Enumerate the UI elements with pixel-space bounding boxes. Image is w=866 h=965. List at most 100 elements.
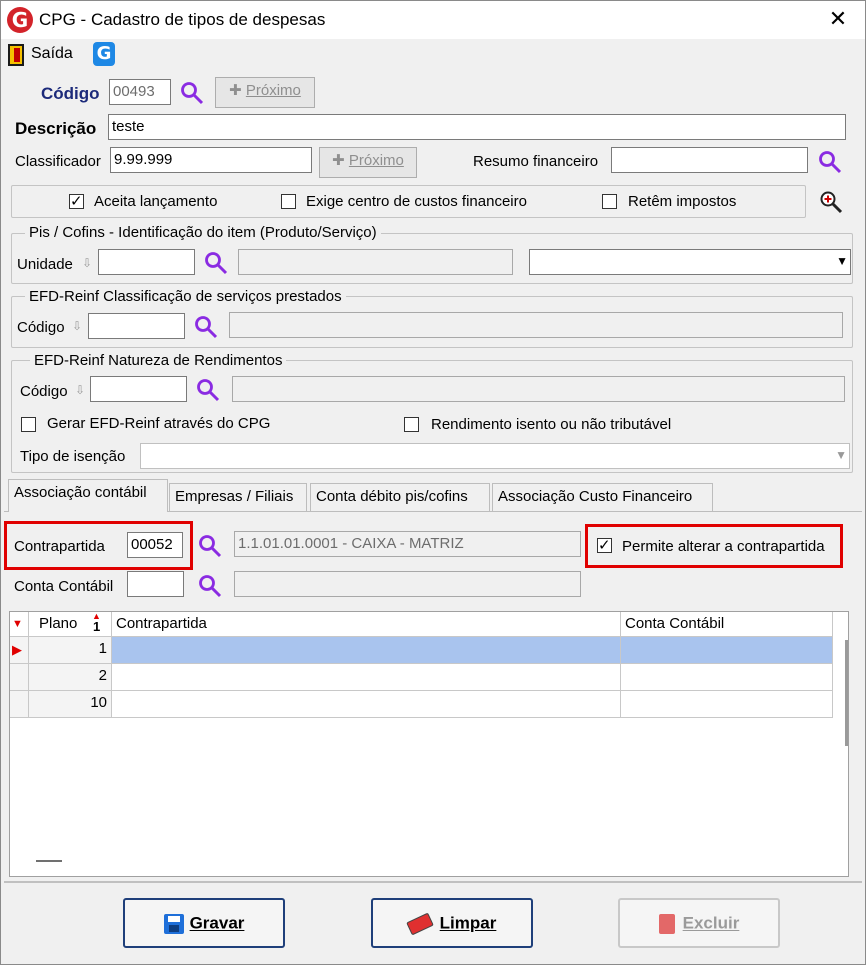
rendimento-isento-checkbox[interactable] [404,417,419,432]
g-app-icon[interactable]: G [93,42,115,66]
efd-natureza-title: EFD-Reinf Natureza de Rendimentos [30,352,287,369]
efd-servicos-title: EFD-Reinf Classificação de serviços pres… [25,288,346,305]
column-header-conta-contabil[interactable]: Conta Contábil [621,612,833,637]
permite-alterar-checkbox[interactable] [597,536,612,554]
eraser-icon [405,912,434,935]
column-header-contrapartida[interactable]: Contrapartida [112,612,621,637]
table-cell-contrapartida[interactable] [112,691,621,718]
exit-button[interactable]: Saída [8,43,78,67]
zoom-in-icon[interactable] [819,190,843,214]
tab-label: Conta débito pis/cofins [316,488,468,505]
column-header-label: Plano [39,615,78,632]
aceita-label: Aceita lançamento [94,193,218,210]
table-cell-plano[interactable]: 10 [29,691,112,718]
tab-label: Empresas / Filiais [175,488,294,505]
classificador-input[interactable]: 9.99.999 [110,147,312,173]
gerar-efd-label: Gerar EFD-Reinf através do CPG [47,415,271,432]
limpar-button[interactable]: Limpar [371,898,533,948]
conta-contabil-input[interactable] [127,571,184,597]
table-cell-contrapartida[interactable] [112,664,621,691]
retem-label: Retêm impostos [628,193,737,210]
gerar-efd-checkbox[interactable] [21,417,36,432]
chevron-down-icon: ▼ [835,448,847,462]
descricao-label: Descrição [15,119,97,138]
triangle-down-icon: ▼ [12,618,23,630]
unidade-desc-field [238,249,513,275]
arrow-down-icon: ⇩ [72,319,83,333]
gravar-button[interactable]: Gravar [123,898,285,948]
contrapartida-desc-field: 1.1.01.01.0001 - CAIXA - MATRIZ [234,531,581,557]
current-row-arrow-icon: ▶ [12,642,22,657]
search-icon[interactable] [180,81,204,105]
excluir-label: Excluir [682,913,740,933]
unidade-select[interactable]: ▼ [529,249,851,275]
efd-natureza-codigo-label: Código [20,383,68,400]
title-bar: G CPG - Cadastro de tipos de despesas ✕ [1,1,865,39]
next-label: Próximo [245,82,301,99]
next-label: Próximo [348,152,404,169]
grid-indicator-header: ▼ [10,612,29,637]
tab-custo-financeiro[interactable]: Associação Custo Financeiro [492,483,713,511]
floppy-disk-icon [163,913,184,934]
row-indicator: ▶ [10,637,29,664]
permite-alterar-label: Permite alterar a contrapartida [622,538,825,555]
grid-horizontal-scrollbar[interactable] [36,860,62,862]
tab-conta-debito[interactable]: Conta débito pis/cofins [310,483,490,511]
search-icon[interactable] [198,574,222,598]
tab-empresas-filiais[interactable]: Empresas / Filiais [169,483,307,511]
column-header-plano[interactable]: Plano ▲ 1 [29,611,112,637]
unidade-label: Unidade [17,256,73,273]
plans-grid[interactable]: ▼ Plano ▲ 1 Contrapartida Conta Contábil … [9,611,849,877]
table-cell-conta[interactable] [621,664,833,691]
table-cell-plano[interactable]: 2 [29,664,112,691]
contrapartida-label: Contrapartida [14,538,105,555]
efd-natureza-desc-field [232,376,845,402]
excluir-button[interactable]: Excluir [618,898,780,948]
grid-vertical-scrollbar[interactable] [845,640,848,746]
arrow-down-icon: ⇩ [75,383,86,397]
conta-contabil-label: Conta Contábil [14,578,114,595]
efd-natureza-codigo-input[interactable] [90,376,187,402]
codigo-next-button[interactable]: ✚ Próximo [215,77,315,108]
classificador-next-button[interactable]: ✚ Próximo [319,147,417,178]
plus-icon: ✚ [229,82,242,99]
window-title: CPG - Cadastro de tipos de despesas [39,10,326,29]
plus-icon: ✚ [332,152,345,169]
table-cell-conta[interactable] [621,637,833,664]
app-logo-icon: G [7,7,33,33]
efd-servicos-codigo-label: Código [17,319,65,336]
conta-contabil-desc-field [234,571,581,597]
exige-label: Exige centro de custos financeiro [306,193,527,210]
search-icon[interactable] [204,251,228,275]
classificador-label: Classificador [15,153,101,170]
pis-cofins-title: Pis / Cofins - Identificação do item (Pr… [25,224,381,241]
search-icon[interactable] [818,150,842,174]
tipo-isencao-label: Tipo de isenção [20,448,126,465]
efd-servicos-codigo-input[interactable] [88,313,185,339]
aceita-checkbox[interactable] [69,192,84,210]
tab-label: Associação Custo Financeiro [498,488,693,505]
codigo-label: Código [41,84,100,103]
row-indicator [10,664,29,691]
tab-associacao-contabil[interactable]: Associação contábil [8,479,168,512]
descricao-input[interactable]: teste [108,114,846,140]
unidade-input[interactable] [98,249,195,275]
resumo-input[interactable] [611,147,808,173]
exit-door-icon [8,44,24,66]
contrapartida-input[interactable]: 00052 [127,532,183,558]
table-cell-plano[interactable]: 1 [29,637,112,664]
close-button[interactable]: ✕ [825,5,851,33]
exige-checkbox[interactable] [281,194,296,209]
retem-checkbox[interactable] [602,194,617,209]
search-icon[interactable] [194,315,218,339]
table-cell-conta[interactable] [621,691,833,718]
codigo-input[interactable]: 00493 [109,79,171,105]
row-indicator [10,691,29,718]
search-icon[interactable] [198,534,222,558]
main-window: G CPG - Cadastro de tipos de despesas ✕ … [0,0,866,965]
tipo-isencao-select[interactable]: ▼ [140,443,850,469]
tab-label: Associação contábil [14,484,147,501]
table-cell-contrapartida[interactable] [112,637,621,664]
search-icon[interactable] [196,378,220,402]
footer-divider [4,881,862,883]
